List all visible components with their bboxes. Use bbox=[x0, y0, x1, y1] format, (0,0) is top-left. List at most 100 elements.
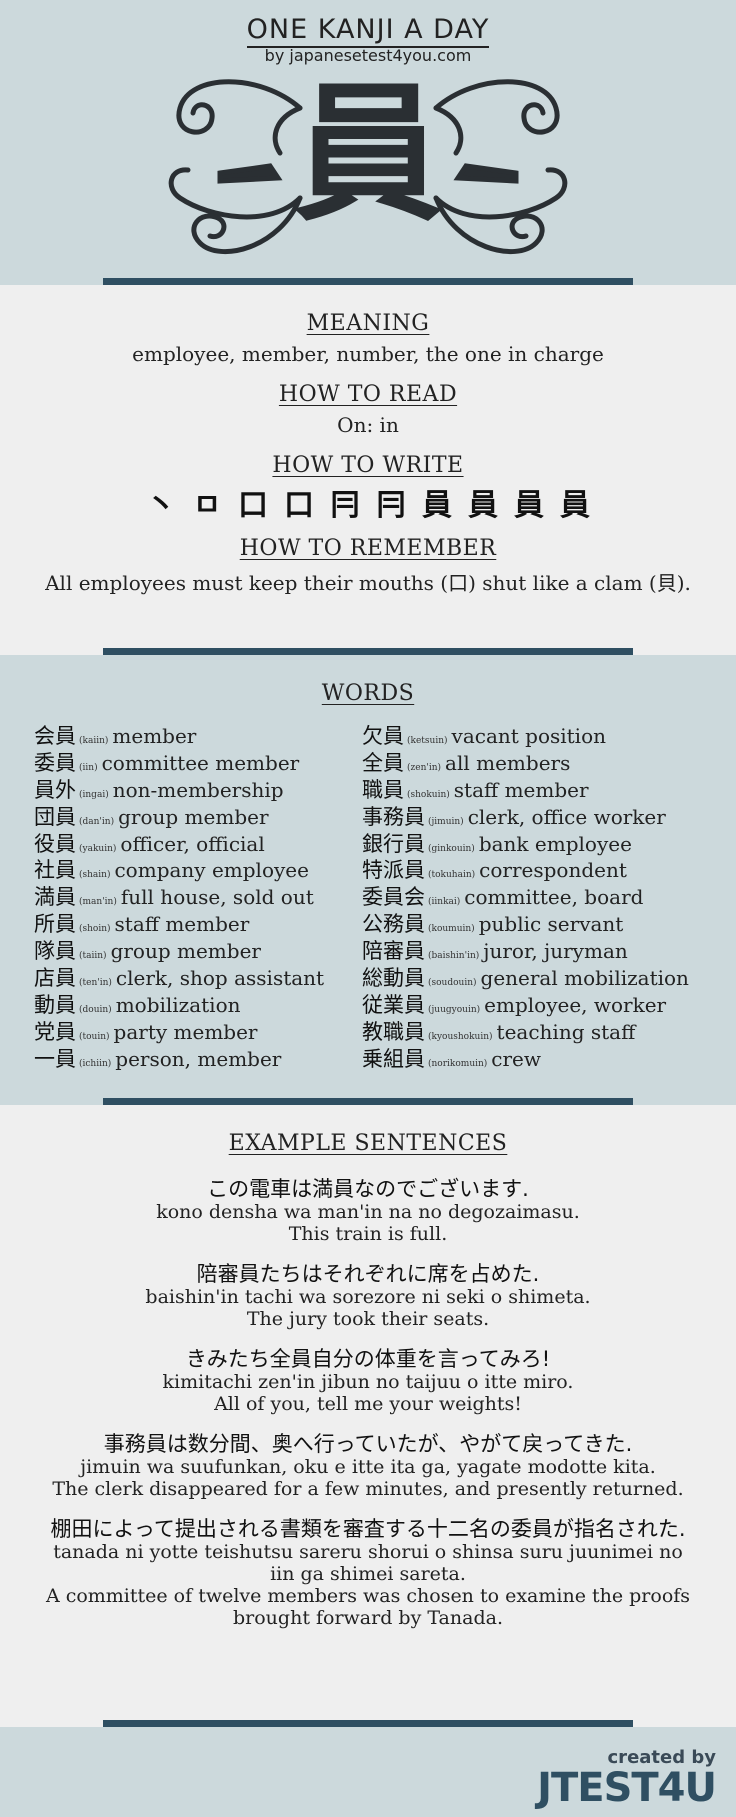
word-kanji: 委員会 bbox=[362, 885, 425, 910]
example-japanese: 事務員は数分間、奥へ行っていたが、やがて戻ってきた. bbox=[103, 1432, 633, 1456]
how-to-write-heading: HOW TO WRITE bbox=[272, 453, 464, 478]
header: ONE KANJI A DAY by japanesetest4you.com … bbox=[0, 0, 736, 285]
word-meaning: clerk, office worker bbox=[467, 804, 666, 829]
word-row: 満員 (man'in) full house, sold out bbox=[34, 881, 362, 910]
word-reading: (ten'in) bbox=[79, 978, 112, 989]
word-kanji: 欠員 bbox=[362, 724, 404, 748]
word-meaning: all members bbox=[445, 750, 571, 775]
examples-heading: EXAMPLE SENTENCES bbox=[228, 1131, 508, 1156]
word-kanji: 隊員 bbox=[34, 939, 76, 964]
word-reading: (yakuin) bbox=[79, 843, 117, 854]
brand-logo: JTEST4U bbox=[537, 1765, 717, 1811]
word-kanji: 全員 bbox=[362, 750, 404, 775]
word-kanji: 店員 bbox=[34, 966, 76, 991]
word-row: 全員 (zen'in) all members bbox=[362, 747, 690, 775]
word-row: 所員 (shoin) staff member bbox=[34, 908, 362, 937]
reading-text: On: in bbox=[337, 413, 399, 437]
word-meaning: party member bbox=[113, 1019, 258, 1044]
word-row: 総動員 (soudouin) general mobilization bbox=[362, 962, 690, 990]
stroke-step: ㅁ bbox=[193, 488, 221, 523]
word-reading: (dan'in) bbox=[79, 816, 115, 827]
word-meaning: clerk, shop assistant bbox=[115, 966, 325, 991]
word-row: 教職員 (kyoushokuin) teaching staff bbox=[362, 1016, 690, 1044]
word-kanji: 職員 bbox=[362, 777, 404, 802]
stroke-order: 丶 ㅁ 口 口 冃 冃 員 員 員 員 bbox=[0, 486, 736, 526]
stroke-step: 口 bbox=[238, 488, 268, 523]
word-row: 事務員 (jimuin) clerk, office worker bbox=[362, 801, 690, 829]
word-meaning: bank employee bbox=[478, 831, 632, 856]
word-row: 員外 (ingai) non-membership bbox=[34, 774, 362, 802]
word-meaning: officer, official bbox=[120, 831, 265, 856]
word-kanji: 所員 bbox=[34, 912, 76, 937]
example-japanese: 棚田によって提出される書類を審査する十二名の委員が指名された. bbox=[50, 1517, 686, 1541]
example-romaji: baishin'in tachi wa sorezore ni seki o s… bbox=[145, 1286, 591, 1308]
word-row: 隊員 (taiin) group member bbox=[34, 935, 362, 964]
stroke-step: 冃 bbox=[330, 488, 360, 523]
words-divider bbox=[103, 1098, 633, 1105]
word-reading: (touin) bbox=[79, 1031, 110, 1042]
word-kanji: 一員 bbox=[34, 1046, 76, 1071]
example-translation: All of you, tell me your weights! bbox=[214, 1393, 522, 1415]
example-romaji: tanada ni yotte teishutsu sareru shorui … bbox=[53, 1541, 683, 1585]
word-reading: (ginkouin) bbox=[428, 843, 475, 854]
word-meaning: teaching staff bbox=[496, 1019, 636, 1044]
word-kanji: 陪審員 bbox=[362, 939, 425, 964]
example-translation: The jury took their seats. bbox=[246, 1308, 490, 1330]
word-reading: (man'in) bbox=[79, 897, 117, 908]
word-kanji: 乗組員 bbox=[362, 1046, 425, 1071]
word-meaning: group member bbox=[110, 939, 261, 964]
word-kanji: 委員 bbox=[34, 750, 76, 775]
word-row: 一員 (ichiin) person, member bbox=[34, 1043, 362, 1071]
word-meaning: full house, sold out bbox=[120, 885, 314, 910]
word-kanji: 社員 bbox=[34, 858, 76, 883]
stroke-step: 冃 bbox=[376, 488, 406, 523]
stroke-step: 員 bbox=[514, 488, 544, 523]
examples-section: EXAMPLE SENTENCES この電車は満員なのでございます. kono d… bbox=[0, 1105, 736, 1727]
word-meaning: vacant position bbox=[451, 724, 606, 748]
word-kanji: 役員 bbox=[34, 831, 76, 856]
word-reading: (douin) bbox=[79, 1004, 112, 1015]
word-reading: (ketsuin) bbox=[407, 736, 448, 746]
word-meaning: juror, juryman bbox=[483, 939, 628, 964]
word-reading: (koumuin) bbox=[428, 924, 475, 935]
example-sentence: この電車は満員なのでございます. kono densha wa man'in na… bbox=[0, 1178, 736, 1246]
word-meaning: mobilization bbox=[115, 992, 241, 1017]
example-sentence: 棚田によって提出される書類を審査する十二名の委員が指名された. tanada ni… bbox=[0, 1517, 736, 1630]
example-sentence: 事務員は数分間、奥へ行っていたが、やがて戻ってきた. jimuin wa suuf… bbox=[0, 1432, 736, 1501]
word-row: 職員 (shokuin) staff member bbox=[362, 774, 690, 802]
stroke-step: 員 bbox=[422, 488, 452, 523]
word-reading: (kaiin) bbox=[79, 736, 109, 746]
stroke-step: 丶 bbox=[146, 488, 176, 523]
info-divider bbox=[103, 648, 633, 655]
word-row: 銀行員 (ginkouin) bank employee bbox=[362, 828, 690, 856]
word-reading: (shokuin) bbox=[407, 789, 450, 800]
example-sentence: きみたち全員自分の体重を言ってみろ! kimitachi zen'in jibun… bbox=[0, 1348, 736, 1416]
example-romaji: jimuin wa suufunkan, oku e itte ita ga, … bbox=[80, 1456, 656, 1478]
footer: created by JTEST4U bbox=[0, 1727, 736, 1817]
word-row: 特派員 (tokuhain) correspondent bbox=[362, 854, 690, 883]
word-kanji: 員外 bbox=[34, 777, 76, 802]
how-to-read-heading: HOW TO READ bbox=[278, 382, 458, 407]
word-row: 委員会 (iinkai) committee, board bbox=[362, 881, 690, 910]
word-reading: (norikomuin) bbox=[428, 1058, 488, 1069]
word-reading: (ichiin) bbox=[79, 1058, 112, 1069]
words-heading: WORDS bbox=[321, 681, 415, 706]
word-row: 団員 (dan'in) group member bbox=[34, 801, 362, 829]
stroke-step: 員 bbox=[468, 488, 498, 523]
word-meaning: company employee bbox=[114, 858, 309, 883]
example-romaji: kono densha wa man'in na no degozaimasu. bbox=[156, 1201, 580, 1223]
example-list: この電車は満員なのでございます. kono densha wa man'in na… bbox=[0, 1178, 736, 1630]
how-to-remember-heading: HOW TO REMEMBER bbox=[239, 536, 497, 561]
word-reading: (zen'in) bbox=[407, 762, 442, 773]
example-romaji: kimitachi zen'in jibun no taijuu o itte … bbox=[162, 1371, 574, 1393]
example-sentence: 陪審員たちはそれぞれに席を占めた. baishin'in tachi wa sor… bbox=[0, 1263, 736, 1331]
word-row: 社員 (shain) company employee bbox=[34, 854, 362, 883]
word-row: 動員 (douin) mobilization bbox=[34, 989, 362, 1017]
stroke-step: 員 bbox=[560, 488, 590, 523]
word-row: 党員 (touin) party member bbox=[34, 1016, 362, 1044]
word-meaning: staff member bbox=[114, 912, 250, 937]
word-meaning: person, member bbox=[115, 1046, 282, 1071]
word-meaning: correspondent bbox=[479, 858, 627, 883]
word-reading: (shoin) bbox=[79, 924, 111, 935]
word-meaning: committee member bbox=[101, 750, 300, 775]
